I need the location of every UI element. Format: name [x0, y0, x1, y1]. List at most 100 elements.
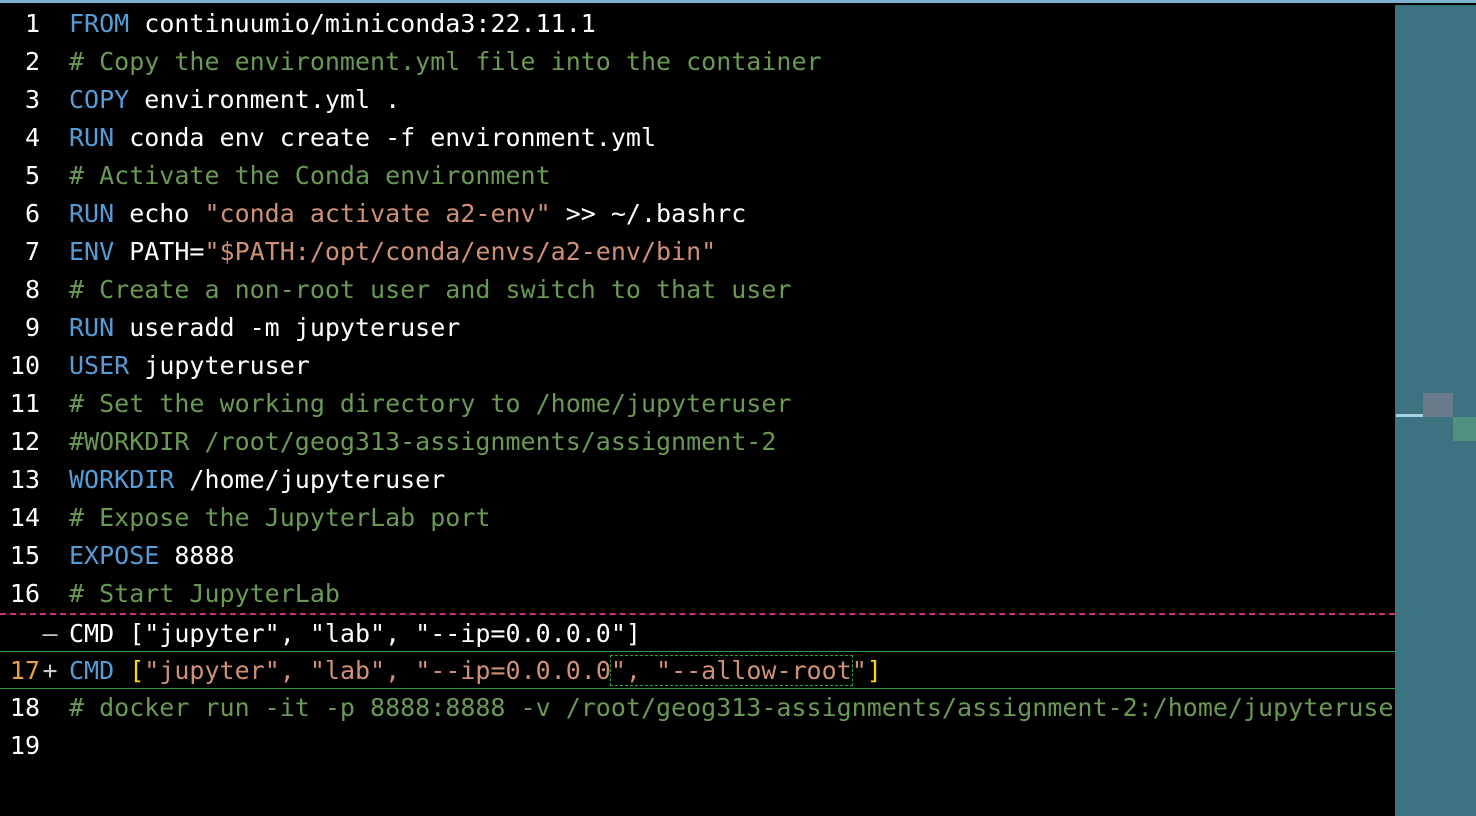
line-number: 7 — [24, 237, 40, 266]
code-line[interactable]: 15 EXPOSE 8888 — [0, 537, 1395, 575]
code-text: ENV PATH="$PATH:/opt/conda/envs/a2-env/b… — [69, 233, 716, 271]
code-line[interactable]: 7 ENV PATH="$PATH:/opt/conda/envs/a2-env/… — [0, 233, 1395, 271]
code-text: USER jupyteruser — [69, 347, 310, 385]
line-number: 4 — [24, 123, 40, 152]
code-token: echo — [114, 199, 205, 228]
code-text: EXPOSE 8888 — [69, 537, 235, 575]
code-token: conda env create -f environment.yml — [114, 123, 657, 152]
minimap-slider[interactable] — [1423, 393, 1453, 417]
code-token: >> ~/.bashrc — [550, 199, 747, 228]
line-number: 6 — [24, 199, 40, 228]
code-text: # Start JupyterLab — [69, 575, 340, 613]
diff-removed-marker: — — [42, 619, 58, 648]
code-line[interactable]: 4 RUN conda env create -f environment.yml — [0, 119, 1395, 157]
line-number: 3 — [24, 85, 40, 114]
line-number: 1 — [24, 9, 40, 38]
code-token: environment.yml . — [129, 85, 401, 114]
line-number: 19 — [9, 731, 40, 760]
diff-added-marker: + — [42, 656, 58, 685]
line-number: 13 — [9, 465, 40, 494]
code-line[interactable]: 10 USER jupyteruser — [0, 347, 1395, 385]
minimap-cursor-marker — [1396, 414, 1423, 417]
code-token: ENV — [69, 237, 115, 266]
code-token: RUN — [69, 313, 115, 342]
code-token: 8888 — [159, 541, 235, 570]
code-token: continuumio/miniconda3:22.11.1 — [129, 9, 596, 38]
code-text: # Create a non-root user and switch to t… — [69, 271, 791, 309]
code-line[interactable]: 12 #WORKDIR /root/geog313-assignments/ass… — [0, 423, 1395, 461]
line-number: 11 — [9, 389, 40, 418]
editor-top-border — [0, 0, 1476, 3]
line-number: 10 — [9, 351, 40, 380]
line-number: 14 — [9, 503, 40, 532]
code-text: # Activate the Conda environment — [69, 157, 551, 195]
code-line[interactable]: 17 + CMD ["jupyter", "lab", "--ip=0.0.0.0"… — [0, 651, 1395, 689]
code-text: #WORKDIR /root/geog313-assignments/assig… — [69, 423, 776, 461]
code-token: "$PATH:/opt/conda/envs/a2-env/bin" — [204, 237, 717, 266]
code-line[interactable]: 13 WORKDIR /home/jupyteruser — [0, 461, 1395, 499]
code-token: useradd -m jupyteruser — [114, 313, 461, 342]
code-token: WORKDIR — [69, 465, 175, 494]
line-number: 9 — [24, 313, 40, 342]
code-line[interactable]: 14 # Expose the JupyterLab port — [0, 499, 1395, 537]
code-token: ] — [866, 656, 882, 685]
line-number: 5 — [24, 161, 40, 190]
code-token: FROM — [69, 9, 130, 38]
minimap-diff-marker — [1453, 417, 1476, 441]
code-token: PATH= — [114, 237, 205, 266]
code-line[interactable]: 16 # Start JupyterLab — [0, 575, 1395, 613]
code-text: FROM continuumio/miniconda3:22.11.1 — [69, 5, 596, 43]
code-line[interactable]: 6 RUN echo "conda activate a2-env" >> ~/.… — [0, 195, 1395, 233]
code-line[interactable]: 2 # Copy the environment.yml file into th… — [0, 43, 1395, 81]
code-token: # Set the working directory to /home/jup… — [69, 389, 792, 418]
line-number: 2 — [24, 47, 40, 76]
code-token: /home/jupyteruser — [174, 465, 446, 494]
code-text: # Set the working directory to /home/jup… — [69, 385, 791, 423]
code-token: #WORKDIR /root/geog313-assignments/assig… — [69, 427, 777, 456]
code-line[interactable]: 1 FROM continuumio/miniconda3:22.11.1 — [0, 5, 1395, 43]
code-token: "jupyter", "lab", "--ip=0.0.0.0 — [144, 656, 611, 685]
code-line[interactable]: 8 # Create a non-root user and switch to … — [0, 271, 1395, 309]
code-token: [ — [129, 656, 145, 685]
code-line[interactable]: — CMD ["jupyter", "lab", "--ip=0.0.0.0"] — [0, 613, 1395, 651]
line-number: 17 — [9, 656, 40, 685]
line-number: 18 — [9, 693, 40, 722]
code-token: # docker run -it -p 8888:8888 -v /root/g… — [69, 693, 1394, 722]
code-text: # Copy the environment.yml file into the… — [69, 43, 822, 81]
code-token: jupyteruser — [129, 351, 310, 380]
code-line[interactable]: 3 COPY environment.yml . — [0, 81, 1395, 119]
code-text: # Expose the JupyterLab port — [69, 499, 490, 537]
code-text: WORKDIR /home/jupyteruser — [69, 461, 445, 499]
line-number: 15 — [9, 541, 40, 570]
code-token: # Expose the JupyterLab port — [69, 503, 491, 532]
code-line[interactable]: 5 # Activate the Conda environment — [0, 157, 1395, 195]
code-token: EXPOSE — [69, 541, 160, 570]
line-number: 8 — [24, 275, 40, 304]
code-text: CMD ["jupyter", "lab", "--ip=0.0.0.0"] — [69, 615, 641, 653]
code-text: CMD ["jupyter", "lab", "--ip=0.0.0.0", "… — [69, 652, 882, 690]
code-text: RUN echo "conda activate a2-env" >> ~/.b… — [69, 195, 746, 233]
code-text: COPY environment.yml . — [69, 81, 400, 119]
code-token: "conda activate a2-env" — [204, 199, 551, 228]
code-token: CMD — [69, 656, 115, 685]
code-token: RUN — [69, 123, 115, 152]
code-line[interactable]: 11 # Set the working directory to /home/j… — [0, 385, 1395, 423]
code-editor[interactable]: 1 FROM continuumio/miniconda3:22.11.1 2 # C… — [0, 0, 1476, 816]
code-token: # Create a non-root user and switch to t… — [69, 275, 792, 304]
code-area[interactable]: 1 FROM continuumio/miniconda3:22.11.1 2 # C… — [0, 5, 1395, 816]
code-text: RUN conda env create -f environment.yml — [69, 119, 656, 157]
code-token: # Copy the environment.yml file into the… — [69, 47, 822, 76]
code-line[interactable]: 19 — [0, 727, 1395, 765]
code-token: RUN — [69, 199, 115, 228]
code-line[interactable]: 18 # docker run -it -p 8888:8888 -v /root… — [0, 689, 1395, 727]
code-line[interactable]: 9 RUN useradd -m jupyteruser — [0, 309, 1395, 347]
code-token: ", "--allow-root — [609, 655, 853, 686]
code-token: USER — [69, 351, 130, 380]
code-token: # Activate the Conda environment — [69, 161, 551, 190]
code-text: RUN useradd -m jupyteruser — [69, 309, 460, 347]
code-token: # Start JupyterLab — [69, 579, 340, 608]
code-token: COPY — [69, 85, 130, 114]
code-text: # docker run -it -p 8888:8888 -v /root/g… — [69, 689, 1394, 727]
line-number: 12 — [9, 427, 40, 456]
